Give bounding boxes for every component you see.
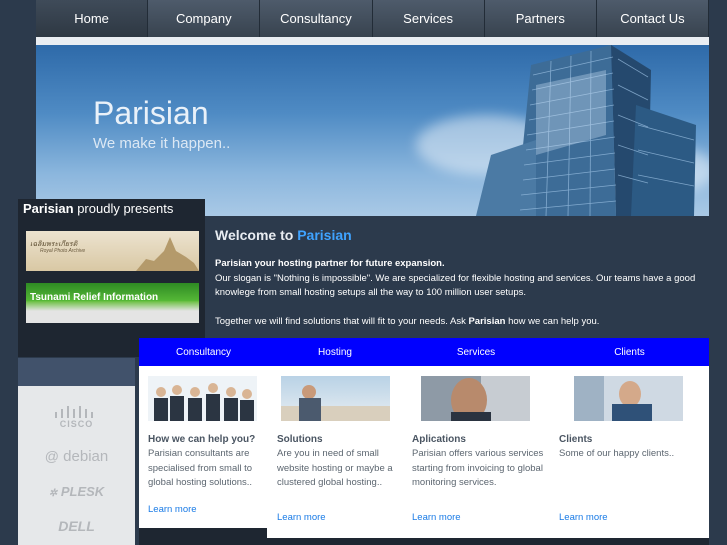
plesk-logo-text: PLESK bbox=[60, 484, 105, 499]
plesk-logo: ✲ PLESK bbox=[18, 484, 135, 499]
dell-logo: DELL bbox=[18, 518, 135, 534]
partner-logos: CISCO @ debian ✲ PLESK DELL bbox=[18, 386, 135, 545]
debian-swirl-icon: @ bbox=[44, 448, 59, 464]
welcome-cta-suffix: how we can help you. bbox=[505, 315, 600, 327]
sidebar-separator bbox=[18, 358, 135, 386]
cisco-logo: CISCO bbox=[18, 406, 135, 429]
hero-subtitle: We make it happen.. bbox=[93, 135, 231, 152]
column-heading: How we can help you? bbox=[148, 434, 256, 445]
sidebar-presents-text: proudly presents bbox=[73, 201, 174, 216]
clients-photo bbox=[574, 376, 683, 421]
column-heading: Clients bbox=[559, 434, 593, 445]
tab-consultancy[interactable]: Consultancy bbox=[139, 338, 268, 366]
welcome-body: Our slogan is "Nothing is impossible". W… bbox=[215, 272, 696, 299]
temple-icon bbox=[136, 237, 199, 271]
sidebar-presents: Parisian proudly presents เฉลิมพระเกียรต… bbox=[18, 199, 205, 357]
cisco-bars-icon bbox=[54, 406, 93, 418]
nav-partners[interactable]: Partners bbox=[484, 0, 597, 37]
welcome-section: Welcome to Parisian Parisian your hostin… bbox=[215, 227, 700, 329]
welcome-cta: Together we will find solutions that wil… bbox=[215, 315, 700, 330]
nav-company[interactable]: Company bbox=[148, 0, 261, 37]
tab-clients[interactable]: Clients bbox=[550, 338, 709, 366]
hero-title: Parisian bbox=[93, 95, 209, 131]
dell-logo-text: DELL bbox=[58, 518, 95, 534]
column-text: Parisian consultants are specialised fro… bbox=[148, 448, 253, 488]
learn-more-link[interactable]: Learn more bbox=[277, 512, 326, 523]
nav-divider-stripe bbox=[36, 37, 709, 45]
tab-services[interactable]: Services bbox=[402, 338, 550, 366]
welcome-lead: Parisian your hosting partner for future… bbox=[215, 258, 445, 269]
learn-more-link[interactable]: Learn more bbox=[148, 504, 197, 515]
nav-services[interactable]: Services bbox=[372, 0, 485, 37]
nav-contact-us[interactable]: Contact Us bbox=[596, 0, 710, 37]
royal-banner-subtitle: Royal Photo Archive bbox=[40, 248, 86, 254]
column-text: Some of our happy clients.. bbox=[559, 448, 675, 459]
nav-consultancy[interactable]: Consultancy bbox=[260, 0, 373, 37]
welcome-cta-brand: Parisian bbox=[468, 315, 506, 327]
top-navigation: Home Company Consultancy Services Partne… bbox=[36, 0, 710, 37]
welcome-heading-prefix: Welcome to bbox=[215, 227, 298, 243]
welcome-cta-prefix: Together we will find solutions that wil… bbox=[215, 315, 469, 327]
royal-photo-banner[interactable]: เฉลิมพระเกียรติ Royal Photo Archive bbox=[26, 231, 199, 271]
column-text: Are you in need of small website hosting… bbox=[277, 448, 393, 488]
debian-logo: @ debian bbox=[18, 448, 135, 465]
learn-more-link[interactable]: Learn more bbox=[559, 512, 608, 523]
cisco-logo-text: CISCO bbox=[59, 419, 94, 429]
column-heading: Solutions bbox=[277, 434, 323, 445]
sidebar-brand: Parisian bbox=[23, 201, 74, 216]
applications-photo bbox=[421, 376, 530, 421]
skyscraper-image bbox=[476, 45, 696, 216]
column-heading: Aplications bbox=[412, 434, 466, 445]
hero-banner: Parisian We make it happen.. bbox=[36, 45, 709, 216]
debian-logo-text: debian bbox=[63, 448, 109, 465]
solutions-photo bbox=[281, 376, 390, 421]
nav-home[interactable]: Home bbox=[36, 0, 149, 37]
bottom-bar bbox=[139, 538, 709, 545]
services-panel: How we can help you? Parisian consultant… bbox=[139, 366, 709, 545]
consultants-photo bbox=[148, 376, 257, 421]
plesk-star-icon: ✲ bbox=[48, 488, 58, 499]
column-text: Parisian offers various services startin… bbox=[412, 448, 544, 488]
learn-more-link[interactable]: Learn more bbox=[412, 512, 461, 523]
welcome-heading: Welcome to Parisian bbox=[215, 227, 700, 243]
welcome-heading-brand: Parisian bbox=[297, 227, 352, 243]
sidebar-title: Parisian proudly presents bbox=[23, 201, 173, 216]
service-tabs: Consultancy Hosting Services Clients bbox=[139, 338, 709, 366]
tsunami-relief-banner[interactable]: Tsunami Relief Information bbox=[26, 283, 199, 323]
tsunami-banner-text: Tsunami Relief Information bbox=[30, 292, 159, 303]
tab-hosting[interactable]: Hosting bbox=[268, 338, 402, 366]
